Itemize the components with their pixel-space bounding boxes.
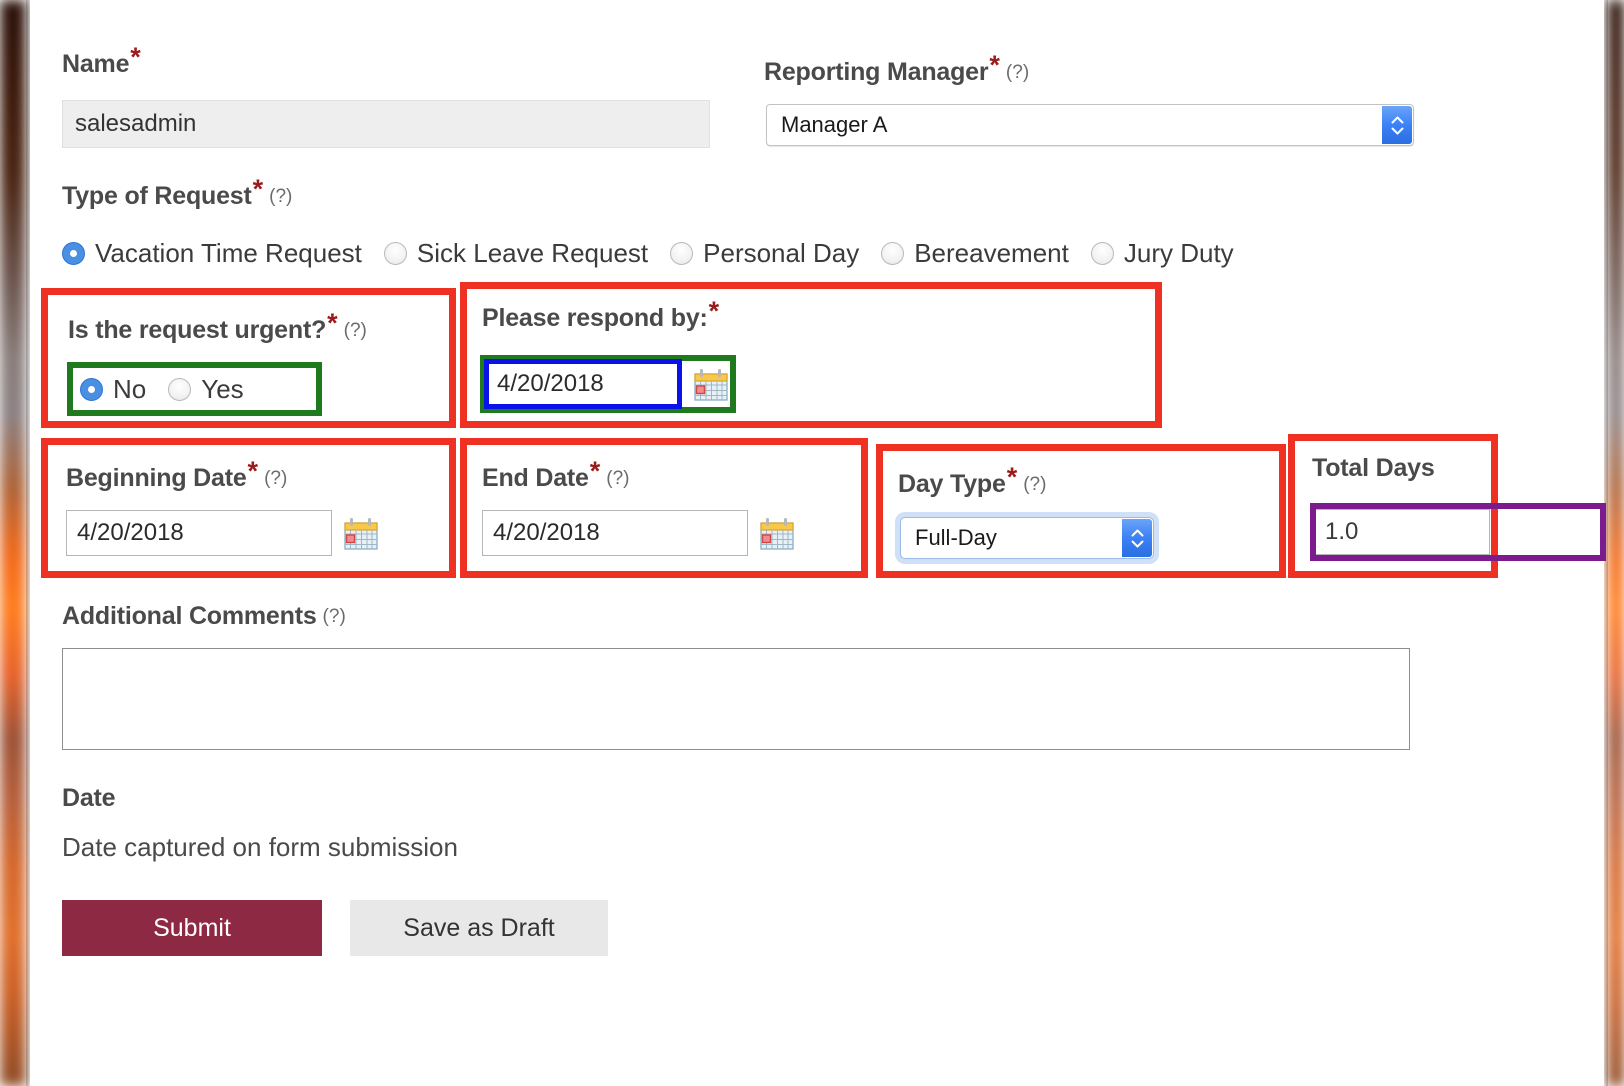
respond-by-date-input[interactable]: 4/20/2018 — [486, 361, 680, 407]
radio-indicator — [168, 378, 191, 401]
calendar-icon — [758, 514, 796, 552]
urgent-radio-group: No Yes — [80, 374, 266, 405]
radio-sick-leave-request[interactable]: Sick Leave Request — [384, 238, 648, 269]
chevron-down-icon — [1131, 540, 1144, 548]
name-label: Name — [62, 50, 129, 78]
end-date-label-group: End Date*(?) — [482, 466, 630, 491]
reporting-manager-required-asterisk: * — [989, 50, 1000, 80]
beginning-date-label-group: Beginning Date*(?) — [66, 466, 287, 491]
beginning-date-help-icon[interactable]: (?) — [264, 468, 287, 489]
radio-label: Bereavement — [914, 238, 1069, 269]
radio-vacation-time-request[interactable]: Vacation Time Request — [62, 238, 362, 269]
reporting-manager-select[interactable]: Manager A — [766, 104, 1414, 146]
beginning-date-required-asterisk: * — [248, 456, 259, 486]
radio-indicator — [670, 242, 693, 265]
radio-label: Jury Duty — [1124, 238, 1234, 269]
day-type-label: Day Type — [898, 470, 1006, 498]
radio-indicator — [384, 242, 407, 265]
additional-comments-label-group: Additional Comments (?) — [62, 604, 346, 629]
urgent-label: Is the request urgent? — [68, 316, 326, 344]
save-as-draft-button-label: Save as Draft — [403, 914, 554, 943]
reporting-manager-stepper[interactable] — [1382, 106, 1412, 144]
respond-by-date-value: 4/20/2018 — [497, 370, 604, 398]
type-of-request-required-asterisk: * — [253, 174, 264, 204]
total-days-label-group: Total Days — [1312, 456, 1435, 481]
chevron-up-icon — [1131, 529, 1144, 537]
page-root: Name* salesadmin Reporting Manager*(?) M… — [0, 0, 1624, 1086]
day-type-select[interactable]: Full-Day — [900, 517, 1154, 559]
day-type-value: Full-Day — [901, 518, 1153, 558]
radio-urgent-yes[interactable]: Yes — [168, 374, 243, 405]
day-type-help-icon[interactable]: (?) — [1023, 474, 1046, 495]
total-days-input[interactable]: 1.0 — [1314, 509, 1490, 555]
form-card: Name* salesadmin Reporting Manager*(?) M… — [30, 0, 1604, 1086]
end-date-help-icon[interactable]: (?) — [606, 468, 629, 489]
beginning-date-label: Beginning Date — [66, 464, 247, 492]
radio-indicator — [881, 242, 904, 265]
date-label: Date — [62, 784, 115, 812]
radio-label: No — [113, 374, 146, 405]
additional-comments-textarea[interactable] — [62, 648, 1410, 750]
respond-by-required-asterisk: * — [709, 296, 720, 326]
reporting-manager-value: Manager A — [767, 105, 1413, 145]
day-type-stepper[interactable] — [1122, 519, 1152, 557]
save-as-draft-button[interactable]: Save as Draft — [350, 900, 608, 956]
additional-comments-help-icon[interactable]: (?) — [323, 606, 346, 627]
additional-comments-label: Additional Comments — [62, 602, 317, 630]
respond-by-label: Please respond by: — [482, 304, 708, 332]
date-label-group: Date — [62, 786, 115, 811]
beginning-date-input[interactable]: 4/20/2018 — [66, 510, 332, 556]
reporting-manager-help-icon[interactable]: (?) — [1006, 62, 1029, 83]
end-date-value: 4/20/2018 — [493, 519, 600, 547]
urgent-help-icon[interactable]: (?) — [344, 320, 367, 341]
day-type-required-asterisk: * — [1007, 462, 1018, 492]
end-date-calendar-button[interactable] — [758, 514, 796, 557]
end-date-label: End Date — [482, 464, 589, 492]
submit-button-label: Submit — [153, 914, 231, 943]
type-of-request-label-group: Type of Request*(?) — [62, 184, 292, 209]
name-value: salesadmin — [75, 110, 196, 138]
radio-label: Personal Day — [703, 238, 859, 269]
total-days-label: Total Days — [1312, 454, 1435, 482]
radio-jury-duty[interactable]: Jury Duty — [1091, 238, 1234, 269]
respond-by-label-group: Please respond by:* — [482, 306, 719, 331]
reporting-manager-label: Reporting Manager — [764, 58, 988, 86]
radio-personal-day[interactable]: Personal Day — [670, 238, 859, 269]
radio-urgent-no[interactable]: No — [80, 374, 146, 405]
calendar-icon — [342, 514, 380, 552]
reporting-manager-label-group: Reporting Manager*(?) — [764, 60, 1029, 85]
radio-indicator — [1091, 242, 1114, 265]
end-date-required-asterisk: * — [590, 456, 601, 486]
beginning-date-value: 4/20/2018 — [77, 519, 184, 547]
card-edge-right — [1604, 0, 1608, 1086]
chevron-down-icon — [1391, 127, 1404, 135]
page-background-left — [0, 0, 26, 1086]
name-label-group: Name* — [62, 52, 141, 77]
chevron-up-icon — [1391, 116, 1404, 124]
annotation-box-end-date — [460, 438, 868, 578]
urgent-required-asterisk: * — [327, 308, 338, 338]
respond-by-calendar-button[interactable] — [692, 365, 730, 408]
radio-label: Vacation Time Request — [95, 238, 362, 269]
day-type-label-group: Day Type*(?) — [898, 472, 1046, 497]
type-of-request-radio-group: Vacation Time Request Sick Leave Request… — [62, 238, 1256, 269]
beginning-date-calendar-button[interactable] — [342, 514, 380, 557]
type-of-request-help-icon[interactable]: (?) — [269, 186, 292, 207]
radio-label: Sick Leave Request — [417, 238, 648, 269]
submit-button[interactable]: Submit — [62, 900, 322, 956]
type-of-request-label: Type of Request — [62, 182, 252, 210]
name-required-asterisk: * — [130, 42, 141, 72]
calendar-icon — [692, 365, 730, 403]
end-date-input[interactable]: 4/20/2018 — [482, 510, 748, 556]
urgent-label-group: Is the request urgent?*(?) — [68, 318, 367, 343]
name-field[interactable]: salesadmin — [62, 100, 710, 148]
total-days-value: 1.0 — [1325, 518, 1358, 546]
radio-indicator — [80, 378, 103, 401]
annotation-box-urgent — [41, 288, 456, 428]
page-background-right — [1608, 0, 1624, 1086]
radio-bereavement[interactable]: Bereavement — [881, 238, 1069, 269]
radio-label: Yes — [201, 374, 243, 405]
date-note: Date captured on form submission — [62, 832, 458, 863]
radio-indicator — [62, 242, 85, 265]
